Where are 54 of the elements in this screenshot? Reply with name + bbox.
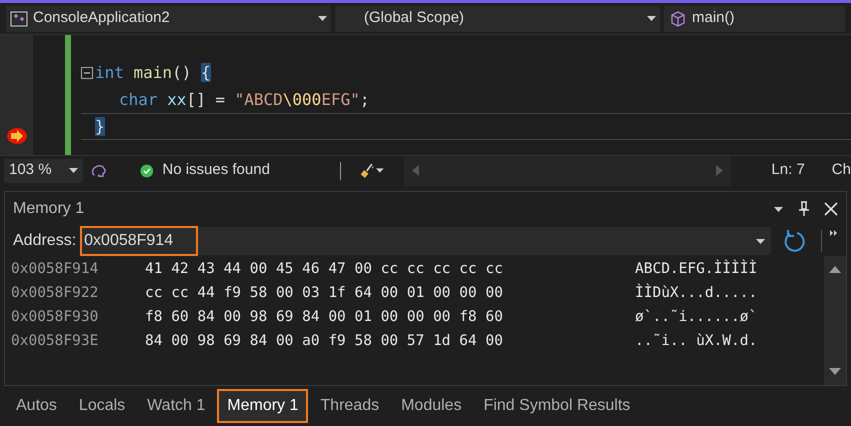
memory-ascii: ..˜i.. ùX.W.d. — [635, 332, 758, 352]
panel-tab[interactable]: Threads — [310, 389, 390, 423]
memory-bytes: 84 00 98 69 84 00 a0 f9 58 00 57 1d 64 00 — [145, 332, 504, 352]
memory-address: 0x0058F922 — [11, 284, 100, 304]
scope-dropdown[interactable]: (Global Scope) — [335, 6, 660, 32]
memory-address: 0x0058F93E — [11, 332, 100, 352]
member-name: main() — [692, 8, 735, 28]
caret-icon — [318, 16, 327, 21]
panel-title: Memory 1 — [13, 199, 86, 219]
address-value: 0x0058F914 — [80, 226, 198, 256]
line-number-status: Ln: 7 — [771, 160, 805, 180]
memory-bytes: cc cc 44 f9 58 00 03 1f 64 00 01 00 00 00 — [145, 284, 504, 304]
project-dropdown[interactable]: ConsoleApplication2 — [6, 6, 331, 32]
memory-ascii: ø`..˜i......ø` — [635, 308, 758, 328]
memory-ascii: ÌÌDùX...d..... — [635, 283, 758, 304]
memory-bytes: 41 42 43 44 00 45 46 47 00 cc cc cc cc cc — [145, 260, 504, 280]
code-line: char xx[] = "ABCD\000EFG"; — [118, 88, 370, 110]
caret-icon — [376, 168, 384, 173]
address-field[interactable]: 0x0058F914 — [80, 227, 771, 255]
caret-icon — [756, 238, 765, 244]
memory-bytes: f8 60 84 00 98 69 84 00 01 00 00 00 f8 60 — [145, 308, 504, 328]
scroll-up-icon[interactable] — [829, 266, 841, 273]
collapse-icon[interactable] — [81, 66, 93, 78]
scroll-down-icon[interactable] — [829, 368, 841, 375]
broom-icon[interactable] — [358, 160, 376, 180]
overflow-icon[interactable] — [830, 230, 838, 236]
caret-icon — [647, 16, 656, 21]
scrollbar[interactable] — [824, 256, 846, 385]
caret-icon — [774, 206, 783, 212]
memory-address: 0x0058F930 — [11, 308, 100, 328]
scope-name: (Global Scope) — [363, 8, 466, 28]
address-label: Address: — [13, 231, 76, 251]
panel-tab[interactable]: Autos — [6, 389, 67, 423]
project-name: ConsoleApplication2 — [33, 8, 171, 28]
panel-tab[interactable]: Modules — [391, 389, 472, 423]
pin-icon[interactable] — [798, 201, 810, 217]
memory-address: 0x0058F914 — [11, 260, 100, 280]
memory-ascii: ABCD.EFG.ÌÌÌÌÌ — [635, 259, 758, 280]
close-icon[interactable] — [824, 202, 838, 216]
member-dropdown[interactable]: main() — [664, 6, 845, 32]
panel-tab[interactable]: Locals — [68, 389, 136, 423]
check-circle-icon — [140, 162, 154, 178]
caret-icon — [68, 168, 78, 173]
current-statement-icon — [6, 127, 28, 145]
column-status: Ch — [832, 160, 851, 180]
panel-tab[interactable]: Find Symbol Results — [474, 389, 640, 423]
panel-tab[interactable]: Watch 1 — [137, 389, 216, 423]
cube-icon — [670, 10, 686, 26]
panel-tab[interactable]: Memory 1 — [217, 389, 308, 423]
issues-status[interactable]: No issues found — [162, 159, 270, 182]
zoom-dropdown[interactable]: 103 % — [4, 158, 83, 182]
project-icon — [10, 10, 28, 26]
refresh-icon[interactable] — [783, 229, 807, 253]
code-line: int main() { — [95, 62, 211, 84]
